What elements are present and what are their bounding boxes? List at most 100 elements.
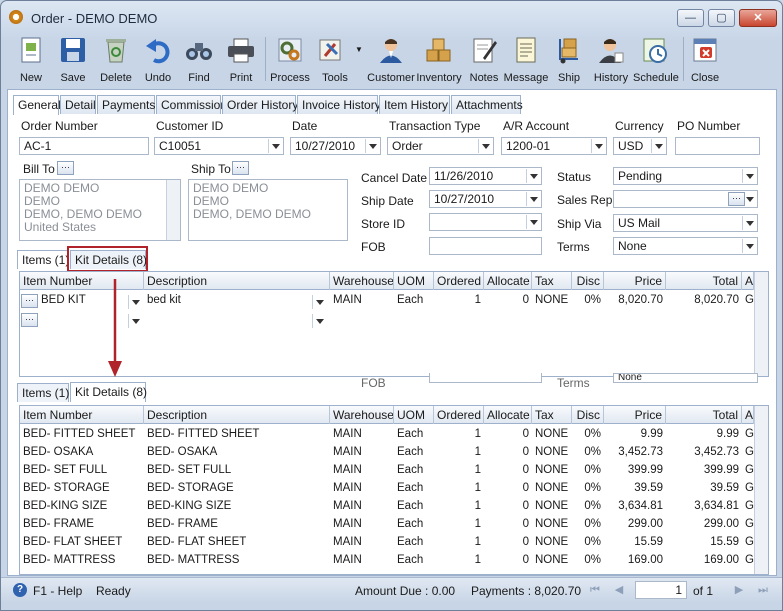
next-page-icon[interactable]: ▶ [731,582,747,598]
cancel-date-field[interactable]: 11/26/2010 [429,167,542,185]
tools-dropdown-arrow[interactable]: ▼ [355,45,363,54]
help-label[interactable]: F1 - Help [33,584,82,598]
col-disc[interactable]: Disc [572,272,604,290]
chevron-down-icon[interactable] [128,295,142,309]
chevron-down-icon[interactable] [312,295,326,309]
col-ordered[interactable]: Ordered [434,272,484,290]
ar-account-select[interactable]: 1200-01 [501,137,607,155]
tab-detail[interactable]: Detail [60,95,96,114]
col-uom[interactable]: UOM [394,272,434,290]
col-warehouse[interactable]: Warehouse [330,272,394,290]
bill-to-scrollbar[interactable] [166,180,180,240]
page-number-input[interactable]: 1 [635,581,687,599]
previous-page-icon[interactable]: ◀ [611,582,627,598]
table-row[interactable]: ··· BED KIT bed kit MAIN Each 1 0 NONE 0… [20,292,768,310]
col-total[interactable]: Total [666,406,742,424]
date-field[interactable]: 10/27/2010 [290,137,381,155]
order-number-field[interactable]: AC-1 [19,137,149,155]
table-row[interactable]: BED-KING SIZE BED-KING SIZE MAIN Each 1 0 NONE… [20,498,768,516]
chevron-down-icon[interactable] [312,314,326,328]
col-description[interactable]: Description [144,406,330,424]
last-page-icon[interactable]: ⏭ [755,582,771,598]
print-button[interactable]: Print [221,33,261,87]
terms-select[interactable]: None [613,237,758,255]
sales-rep-lookup-button[interactable]: ··· [728,192,745,206]
chevron-down-icon[interactable] [742,239,756,253]
col-warehouse[interactable]: Warehouse [330,406,394,424]
col-a[interactable]: A [742,406,754,424]
fob-field[interactable] [429,237,542,255]
tab-item-history[interactable]: Item History [379,95,450,114]
tab-commission[interactable]: Commission [156,95,227,114]
tab-general[interactable]: General [13,95,61,115]
tools-button[interactable]: Tools ▼ [313,33,363,87]
chevron-down-icon[interactable] [742,169,756,183]
col-ordered[interactable]: Ordered [434,406,484,424]
schedule-button[interactable]: Schedule [633,33,679,87]
tab-items-lower[interactable]: Items (1) [17,383,69,402]
items-grid-scrollbar[interactable] [754,272,768,376]
po-number-field[interactable] [675,137,760,155]
customer-id-select[interactable]: C10051 [154,137,284,155]
tab-payments[interactable]: Payments [97,95,155,114]
table-row[interactable]: BED- OSAKA BED- OSAKA MAIN Each 1 0 NONE 0% 3,45… [20,444,768,462]
item-lookup-button[interactable]: ··· [21,294,38,308]
table-row[interactable]: BED- MATTRESS BED- MATTRESS MAIN Each 1 0 NONE… [20,552,768,570]
col-price[interactable]: Price [604,272,666,290]
col-disc[interactable]: Disc [572,406,604,424]
history-button[interactable]: History [589,33,633,87]
undo-button[interactable]: Undo [139,33,177,87]
col-description[interactable]: Description [144,272,330,290]
col-tax[interactable]: Tax [532,272,572,290]
ship-date-field[interactable]: 10/27/2010 [429,190,542,208]
message-button[interactable]: Message [503,33,549,87]
tab-kit-details-lower[interactable]: Kit Details (8) [70,382,147,402]
col-allocate[interactable]: Allocate [484,406,532,424]
tab-items[interactable]: Items (1) [17,250,69,269]
col-total[interactable]: Total [666,272,742,290]
table-row[interactable]: BED- STORAGE BED- STORAGE MAIN Each 1 0 NONE 0%… [20,480,768,498]
col-uom[interactable]: UOM [394,406,434,424]
chevron-down-icon[interactable] [742,216,756,230]
ship-to-lookup-button[interactable]: ··· [232,161,249,175]
col-tax[interactable]: Tax [532,406,572,424]
bill-to-address[interactable]: DEMO DEMO DEMO DEMO, DEMO DEMO United St… [19,179,181,241]
col-item-number[interactable]: Item Number [20,272,144,290]
notes-button[interactable]: Notes [465,33,503,87]
close-button[interactable]: Close [687,33,723,87]
tab-order-history[interactable]: Order History [222,95,298,114]
first-page-icon[interactable]: ⏮ [587,582,603,598]
delete-button[interactable]: Delete [95,33,137,87]
chevron-down-icon[interactable] [651,139,665,153]
table-row[interactable]: BED- FRAME BED- FRAME MAIN Each 1 0 NONE 0% 299.… [20,516,768,534]
item-lookup-button[interactable]: ··· [21,313,38,327]
chevron-down-icon[interactable] [365,139,379,153]
chevron-down-icon[interactable] [526,215,540,229]
table-row[interactable]: BED- SET FULL BED- SET FULL MAIN Each 1 0 NONE… [20,462,768,480]
close-window-button[interactable]: ✕ [739,9,777,27]
new-button[interactable]: New [11,33,51,87]
col-item-number[interactable]: Item Number [20,406,144,424]
process-button[interactable]: Process [269,33,311,87]
col-a[interactable]: A [742,272,754,290]
tab-attachments[interactable]: Attachments [451,95,523,114]
ship-button[interactable]: Ship [551,33,587,87]
inventory-button[interactable]: Inventory [415,33,463,87]
table-row[interactable]: BED- FLAT SHEET BED- FLAT SHEET MAIN Each 1 0… [20,534,768,552]
chevron-down-icon[interactable] [478,139,492,153]
minimize-button[interactable]: — [677,9,704,27]
customer-button[interactable]: Customer [367,33,415,87]
maximize-button[interactable]: ▢ [708,9,735,27]
col-price[interactable]: Price [604,406,666,424]
chevron-down-icon[interactable] [268,139,282,153]
chevron-down-icon[interactable] [591,139,605,153]
store-id-select[interactable] [429,213,542,231]
col-allocate[interactable]: Allocate [484,272,532,290]
tab-invoice-history[interactable]: Invoice History [297,95,381,114]
help-icon[interactable]: ? [13,583,27,597]
currency-select[interactable]: USD [613,137,667,155]
chevron-down-icon[interactable] [128,314,142,328]
table-row[interactable]: BED- FITTED SHEET BED- FITTED SHEET MAIN Ea… [20,426,768,444]
chevron-down-icon[interactable] [526,192,540,206]
new-item-row[interactable]: ··· [20,311,768,329]
